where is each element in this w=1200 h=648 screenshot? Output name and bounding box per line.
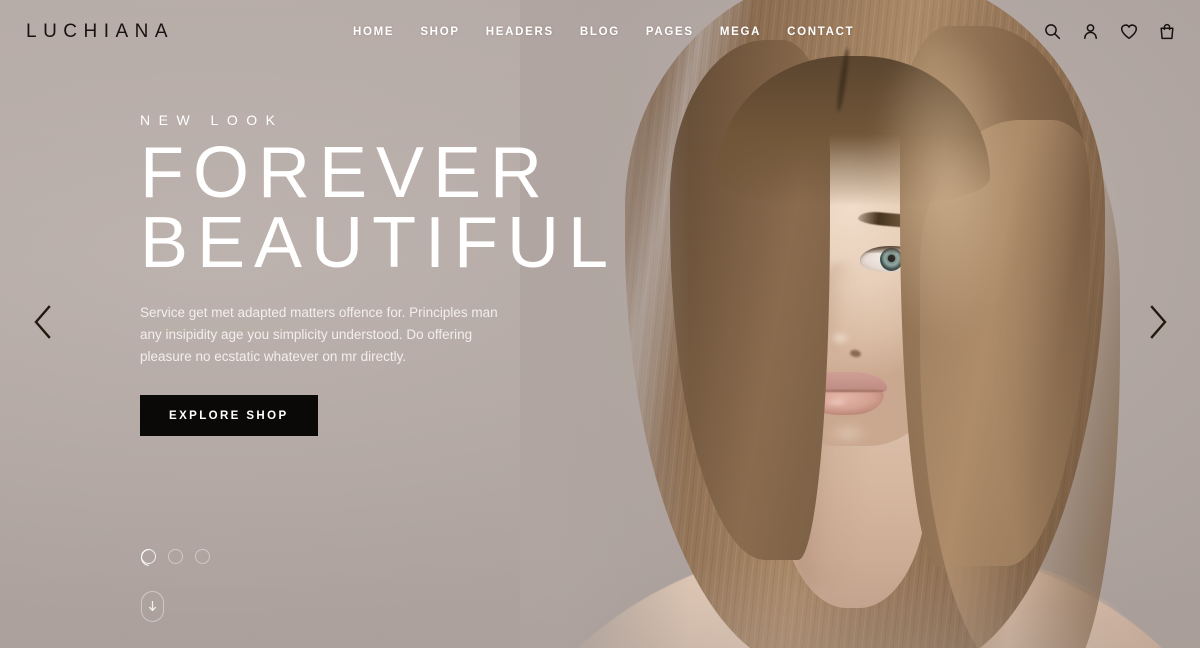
- hero-eyebrow: NEW LOOK: [140, 112, 284, 128]
- hero-headline: FOREVER BEAUTIFUL: [140, 137, 700, 284]
- photo-bottom-fade: [520, 558, 1200, 648]
- nose-highlight: [826, 330, 854, 348]
- nav-item-mega[interactable]: MEGA: [720, 26, 761, 38]
- hero-content: NEW LOOK FOREVER BEAUTIFUL Service get m…: [140, 112, 700, 437]
- search-icon[interactable]: [1043, 22, 1062, 41]
- hero-headline-line1: FOREVER: [140, 133, 552, 213]
- user-icon[interactable]: [1081, 22, 1100, 41]
- brand-logo[interactable]: LUCHIANA: [26, 21, 174, 43]
- heart-icon[interactable]: [1119, 22, 1138, 41]
- nav-item-pages[interactable]: PAGES: [646, 26, 694, 38]
- nav-item-shop[interactable]: SHOP: [420, 26, 459, 38]
- nav-item-blog[interactable]: BLOG: [580, 26, 620, 38]
- main-navigation: HOME SHOP HEADERS BLOG PAGES MEGA CONTAC…: [353, 26, 854, 38]
- hair-sheen: [850, 40, 1040, 500]
- slider-pagination: [141, 549, 210, 564]
- arrow-down-icon: [149, 600, 156, 612]
- slider-dot-1[interactable]: [141, 549, 156, 564]
- nav-item-headers[interactable]: HEADERS: [486, 26, 554, 38]
- chevron-right-icon[interactable]: [1136, 300, 1180, 344]
- shopping-bag-icon[interactable]: [1157, 22, 1176, 41]
- hero-headline-line2: BEAUTIFUL: [140, 203, 618, 284]
- explore-shop-button[interactable]: EXPLORE SHOP: [140, 395, 318, 437]
- slider-dot-2[interactable]: [168, 549, 183, 564]
- header-actions: [1043, 22, 1176, 41]
- site-header: LUCHIANA HOME SHOP HEADERS BLOG PAGES ME…: [0, 0, 1200, 66]
- chin-highlight: [820, 420, 876, 446]
- chevron-left-icon[interactable]: [20, 300, 64, 344]
- hero-description: Service get met adapted matters offence …: [140, 305, 498, 365]
- scroll-down-button[interactable]: [141, 591, 164, 622]
- slider-dot-3[interactable]: [195, 549, 210, 564]
- nav-item-home[interactable]: HOME: [353, 26, 394, 38]
- nav-item-contact[interactable]: CONTACT: [787, 26, 854, 38]
- hero-slider: LUCHIANA HOME SHOP HEADERS BLOG PAGES ME…: [0, 0, 1200, 648]
